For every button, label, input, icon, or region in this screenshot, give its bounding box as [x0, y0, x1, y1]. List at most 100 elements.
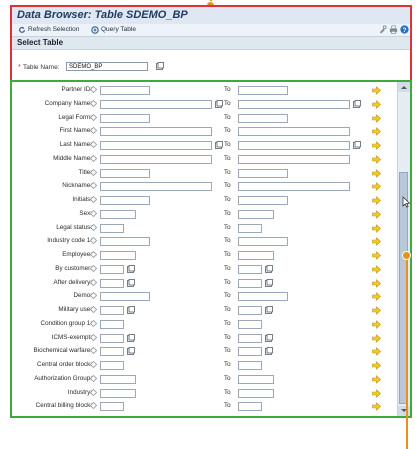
to-value-input[interactable] [238, 374, 274, 384]
from-value-input[interactable] [100, 333, 124, 343]
to-value-input[interactable] [238, 264, 262, 274]
selection-option-icon[interactable] [90, 113, 97, 121]
selection-option-icon[interactable] [90, 196, 97, 203]
multiple-selection-arrow-icon[interactable] [372, 196, 381, 205]
to-value-input[interactable] [238, 306, 262, 315]
value-help-icon[interactable] [127, 278, 135, 287]
from-value-input[interactable] [100, 361, 124, 370]
print-icon[interactable] [389, 25, 398, 34]
multiple-selection-arrow-icon[interactable] [372, 319, 381, 329]
value-help-icon[interactable] [127, 306, 135, 314]
scroll-up-button[interactable] [398, 82, 410, 92]
value-help-icon[interactable] [156, 62, 164, 70]
to-value-input[interactable] [238, 361, 262, 370]
personalize-icon[interactable] [378, 25, 387, 34]
multiple-selection-arrow-icon[interactable] [372, 361, 381, 370]
selection-option-icon[interactable] [90, 209, 97, 217]
value-help-icon[interactable] [127, 347, 135, 356]
value-help-icon[interactable] [215, 99, 223, 108]
query-table-button[interactable]: Query Table [91, 26, 136, 35]
value-help-icon[interactable] [265, 278, 273, 287]
selection-option-icon[interactable] [90, 333, 97, 341]
from-value-input[interactable] [100, 113, 150, 123]
from-value-input[interactable] [100, 251, 136, 260]
from-value-input[interactable] [100, 196, 150, 205]
from-value-input[interactable] [100, 86, 150, 95]
multiple-selection-arrow-icon[interactable] [372, 251, 381, 260]
from-value-input[interactable] [100, 292, 150, 302]
value-help-icon[interactable] [127, 333, 135, 342]
multiple-selection-arrow-icon[interactable] [372, 292, 381, 302]
multiple-selection-arrow-icon[interactable] [372, 99, 381, 109]
from-value-input[interactable] [100, 306, 124, 315]
from-value-input[interactable] [100, 141, 212, 150]
from-value-input[interactable] [100, 168, 150, 178]
selection-option-icon[interactable] [90, 319, 97, 327]
to-value-input[interactable] [238, 333, 262, 343]
multiple-selection-arrow-icon[interactable] [372, 127, 381, 137]
from-value-input[interactable] [100, 209, 136, 219]
from-value-input[interactable] [100, 347, 124, 357]
table-name-input[interactable]: SDEMO_BP [66, 62, 148, 71]
to-value-input[interactable] [238, 127, 350, 137]
vertical-scrollbar[interactable] [397, 82, 410, 416]
selection-option-icon[interactable] [90, 374, 97, 382]
to-value-input[interactable] [238, 154, 350, 164]
value-help-icon[interactable] [265, 333, 273, 342]
to-value-input[interactable] [238, 182, 350, 192]
selection-option-icon[interactable] [90, 388, 97, 396]
refresh-selection-button[interactable]: Refresh Selection [18, 26, 79, 35]
selection-option-icon[interactable] [90, 292, 97, 300]
selection-option-icon[interactable] [90, 141, 97, 148]
multiple-selection-arrow-icon[interactable] [372, 237, 381, 247]
multiple-selection-arrow-icon[interactable] [372, 223, 381, 233]
multiple-selection-arrow-icon[interactable] [372, 168, 381, 178]
selection-option-icon[interactable] [90, 168, 97, 176]
multiple-selection-arrow-icon[interactable] [372, 388, 381, 398]
selection-option-icon[interactable] [90, 237, 97, 245]
selection-option-icon[interactable] [90, 306, 97, 313]
multiple-selection-arrow-icon[interactable] [372, 264, 381, 274]
selection-option-icon[interactable] [90, 86, 97, 93]
to-value-input[interactable] [238, 141, 350, 150]
from-value-input[interactable] [100, 154, 212, 164]
multiple-selection-arrow-icon[interactable] [372, 374, 381, 384]
scroll-down-button[interactable] [398, 406, 410, 416]
selection-option-icon[interactable] [90, 99, 97, 107]
to-value-input[interactable] [238, 209, 274, 219]
to-value-input[interactable] [238, 278, 262, 288]
value-help-icon[interactable] [127, 264, 135, 273]
multiple-selection-arrow-icon[interactable] [372, 154, 381, 164]
to-value-input[interactable] [238, 402, 262, 412]
from-value-input[interactable] [100, 402, 124, 412]
to-value-input[interactable] [238, 86, 288, 95]
selection-option-icon[interactable] [90, 251, 97, 258]
multiple-selection-arrow-icon[interactable] [372, 141, 381, 150]
from-value-input[interactable] [100, 319, 124, 329]
multiple-selection-arrow-icon[interactable] [372, 347, 381, 357]
to-value-input[interactable] [238, 196, 288, 205]
from-value-input[interactable] [100, 127, 212, 137]
multiple-selection-arrow-icon[interactable] [372, 402, 381, 412]
multiple-selection-arrow-icon[interactable] [372, 209, 381, 219]
to-value-input[interactable] [238, 292, 288, 302]
from-value-input[interactable] [100, 237, 150, 247]
selection-option-icon[interactable] [90, 182, 97, 190]
to-value-input[interactable] [238, 113, 288, 123]
to-value-input[interactable] [238, 99, 350, 109]
from-value-input[interactable] [100, 182, 212, 192]
to-value-input[interactable] [238, 251, 274, 260]
value-help-icon[interactable] [265, 264, 273, 273]
to-value-input[interactable] [238, 388, 274, 398]
multiple-selection-arrow-icon[interactable] [372, 306, 381, 315]
selection-option-icon[interactable] [90, 361, 97, 368]
from-value-input[interactable] [100, 223, 124, 233]
selection-option-icon[interactable] [90, 127, 97, 135]
multiple-selection-arrow-icon[interactable] [372, 278, 381, 288]
help-icon[interactable]: ? [400, 25, 409, 34]
selection-option-icon[interactable] [90, 154, 97, 162]
to-value-input[interactable] [238, 347, 262, 357]
multiple-selection-arrow-icon[interactable] [372, 113, 381, 123]
from-value-input[interactable] [100, 374, 136, 384]
selection-option-icon[interactable] [90, 278, 97, 286]
